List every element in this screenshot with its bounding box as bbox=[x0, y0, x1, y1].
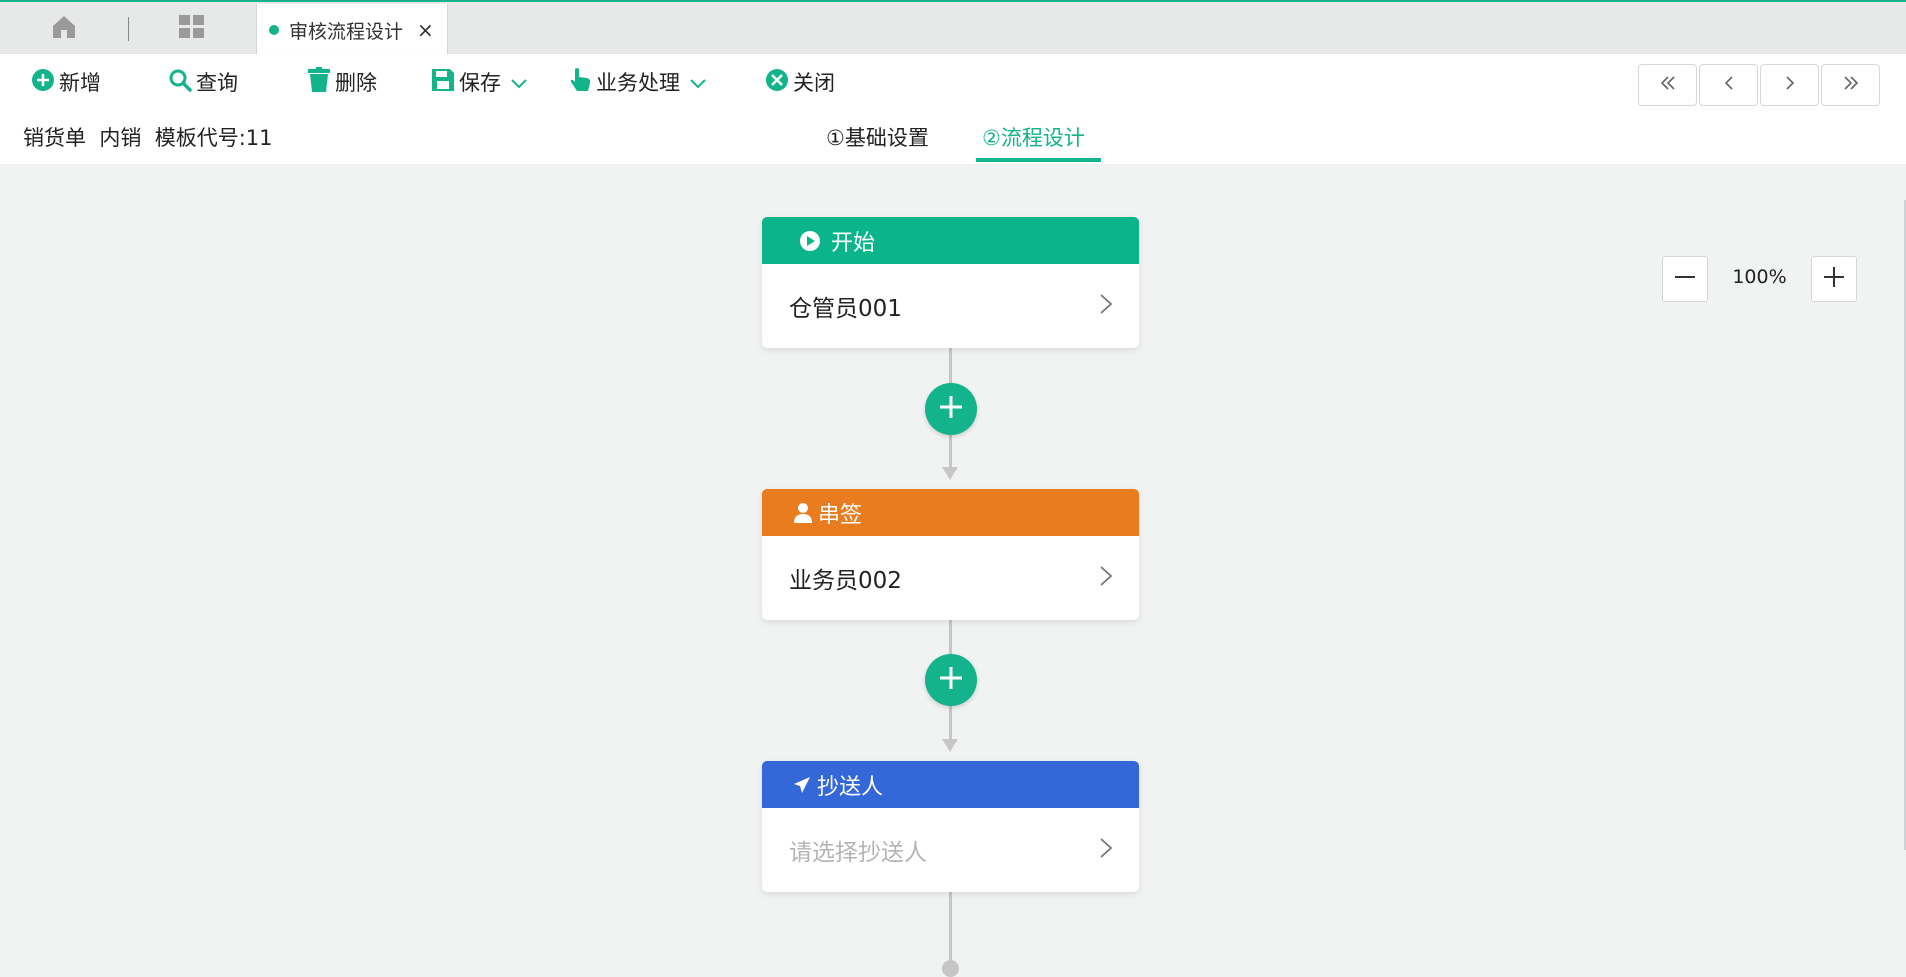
first-record-button[interactable] bbox=[1638, 64, 1697, 106]
info-row: 销货单 内销 模板代号:11 ①基础设置 ②流程设计 bbox=[0, 110, 1906, 164]
chevron-right-icon bbox=[1782, 75, 1798, 95]
document-info: 销货单 内销 模板代号:11 bbox=[23, 122, 273, 152]
close-button-label: 关闭 bbox=[793, 71, 835, 95]
tab-title: 审核流程设计 bbox=[289, 20, 404, 43]
close-circle-icon bbox=[765, 68, 793, 97]
node-body[interactable]: 业务员002 bbox=[762, 536, 1139, 620]
apps-tab[interactable] bbox=[172, 4, 212, 54]
save-icon bbox=[431, 68, 459, 97]
plus-icon bbox=[938, 394, 964, 424]
add-node-button[interactable] bbox=[925, 654, 977, 706]
active-tab-indicator bbox=[976, 158, 1101, 162]
previous-record-button[interactable] bbox=[1699, 64, 1758, 106]
home-tab[interactable] bbox=[44, 4, 84, 54]
end-point bbox=[942, 960, 959, 977]
trash-icon bbox=[307, 66, 335, 98]
plus-circle-icon bbox=[31, 68, 59, 97]
add-button[interactable]: 新增 bbox=[31, 54, 101, 110]
arrow-down-icon bbox=[942, 467, 958, 480]
template-code: 模板代号:11 bbox=[154, 126, 273, 150]
node-header: 抄送人 bbox=[762, 761, 1139, 808]
tab-basic-settings[interactable]: ①基础设置 bbox=[826, 122, 929, 152]
toolbar: 新增 查询 删除 保存 业务处理 关闭 bbox=[0, 54, 1906, 110]
node-assignee: 仓管员001 bbox=[789, 296, 902, 322]
business-process-button[interactable]: 业务处理 bbox=[570, 54, 710, 110]
node-title: 串签 bbox=[818, 502, 863, 528]
last-record-button[interactable] bbox=[1821, 64, 1880, 106]
connector-line bbox=[949, 891, 952, 966]
add-node-button[interactable] bbox=[925, 383, 977, 435]
node-placeholder: 请选择抄送人 bbox=[789, 840, 927, 866]
arrow-down-icon bbox=[942, 739, 958, 752]
chevron-down-icon[interactable] bbox=[511, 70, 531, 94]
double-chevron-left-icon bbox=[1660, 75, 1676, 95]
home-icon bbox=[51, 14, 77, 44]
send-icon bbox=[793, 776, 811, 794]
delete-button-label: 删除 bbox=[335, 71, 377, 95]
business-process-label: 业务处理 bbox=[596, 71, 680, 95]
node-title: 抄送人 bbox=[817, 774, 884, 800]
chevron-right-icon bbox=[1099, 565, 1113, 593]
user-icon bbox=[794, 502, 812, 523]
tab-bar: 审核流程设计 × bbox=[0, 0, 1906, 56]
plus-icon bbox=[1823, 266, 1845, 292]
add-button-label: 新增 bbox=[59, 71, 101, 95]
zoom-in-button[interactable] bbox=[1811, 256, 1857, 302]
flow-node-cc[interactable]: 抄送人 请选择抄送人 bbox=[762, 761, 1139, 892]
query-button[interactable]: 查询 bbox=[168, 54, 238, 110]
save-button[interactable]: 保存 bbox=[431, 54, 531, 110]
close-button[interactable]: 关闭 bbox=[765, 54, 835, 110]
node-header: 开始 bbox=[762, 217, 1139, 264]
double-chevron-right-icon bbox=[1843, 75, 1859, 95]
tab-separator bbox=[128, 17, 129, 41]
play-circle-icon bbox=[799, 230, 821, 252]
query-button-label: 查询 bbox=[196, 71, 238, 95]
delete-button[interactable]: 删除 bbox=[307, 54, 377, 110]
chevron-down-icon[interactable] bbox=[690, 70, 710, 94]
tab-close-icon[interactable]: × bbox=[417, 20, 434, 40]
tab-audit-flow-design[interactable]: 审核流程设计 × bbox=[256, 4, 448, 56]
chevron-right-icon bbox=[1099, 837, 1113, 865]
flow-node-approver[interactable]: 串签 业务员002 bbox=[762, 489, 1139, 620]
node-body[interactable]: 请选择抄送人 bbox=[762, 808, 1139, 892]
record-navigation bbox=[1636, 64, 1880, 106]
doc-type: 销货单 bbox=[23, 126, 86, 150]
grid-icon bbox=[178, 14, 206, 44]
node-assignee: 业务员002 bbox=[789, 568, 902, 594]
chevron-left-icon bbox=[1721, 75, 1737, 95]
zoom-out-button[interactable] bbox=[1662, 256, 1708, 302]
node-title: 开始 bbox=[831, 230, 876, 256]
node-body[interactable]: 仓管员001 bbox=[762, 264, 1139, 348]
save-button-label: 保存 bbox=[459, 71, 501, 95]
tab-flow-design[interactable]: ②流程设计 bbox=[982, 122, 1085, 152]
doc-category: 内销 bbox=[99, 126, 142, 150]
zoom-level: 100% bbox=[1732, 266, 1787, 288]
search-icon bbox=[168, 68, 196, 97]
plus-icon bbox=[938, 665, 964, 695]
chevron-right-icon bbox=[1099, 293, 1113, 321]
node-header: 串签 bbox=[762, 489, 1139, 536]
next-record-button[interactable] bbox=[1760, 64, 1819, 106]
active-dot-icon bbox=[269, 25, 279, 35]
minus-icon bbox=[1674, 266, 1696, 292]
flow-node-start[interactable]: 开始 仓管员001 bbox=[762, 217, 1139, 348]
hand-pointer-icon bbox=[570, 67, 596, 98]
